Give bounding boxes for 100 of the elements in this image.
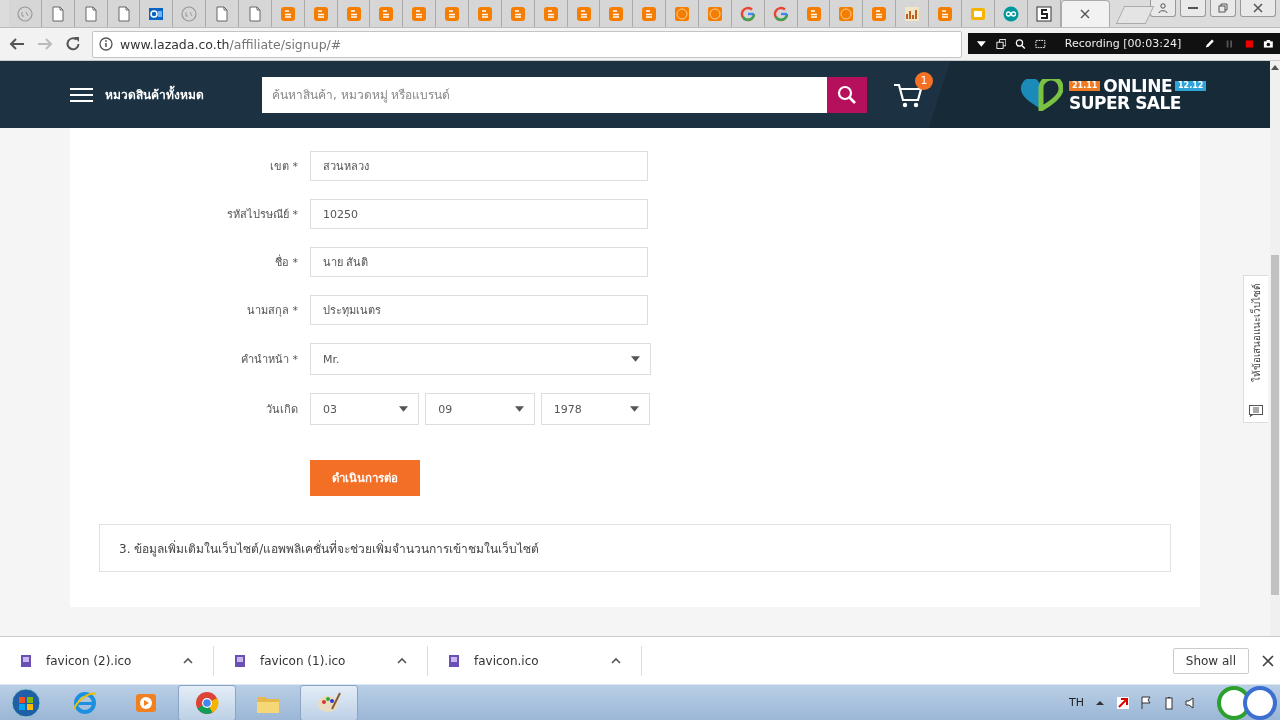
promo-date-tag: 12.12 xyxy=(1175,81,1207,91)
close-window-button[interactable] xyxy=(1240,0,1277,17)
search-icon[interactable] xyxy=(1015,37,1027,50)
taskbar-app-button[interactable] xyxy=(178,684,236,720)
page-icon xyxy=(214,5,231,22)
profile-button[interactable] xyxy=(1150,0,1177,17)
caret-icon xyxy=(183,657,193,664)
promo-title: ONLINE xyxy=(1103,77,1172,95)
mail-app-icon xyxy=(148,5,165,22)
close-icon[interactable] xyxy=(1080,9,1091,19)
address-bar[interactable]: www.lazada.co.th/affiliate/signup/# xyxy=(92,30,962,58)
infinity-icon xyxy=(1002,5,1019,22)
browser-tab[interactable] xyxy=(1027,0,1061,27)
camera-icon[interactable] xyxy=(1263,37,1274,50)
download-item[interactable]: favicon.ico xyxy=(428,645,642,676)
field-label: วันเกิด xyxy=(266,402,298,418)
site-icon xyxy=(181,5,198,22)
blog-icon xyxy=(641,5,658,22)
list-icon xyxy=(1249,405,1263,417)
dropdown[interactable]: 1978 xyxy=(540,393,650,425)
shield-icon[interactable] xyxy=(1116,695,1130,710)
close-icon xyxy=(1253,3,1264,13)
text-field[interactable]: นาย สันติ xyxy=(310,247,648,277)
battery-icon[interactable] xyxy=(1162,695,1176,710)
page-icon xyxy=(49,5,66,22)
recording-status: Recording [00:03:24] xyxy=(1064,37,1182,50)
page-icon xyxy=(246,5,263,22)
caret-icon xyxy=(611,657,621,664)
restore-button[interactable] xyxy=(1210,0,1237,17)
field-label: นามสกุล * xyxy=(247,303,298,319)
stop-icon[interactable] xyxy=(1243,37,1255,50)
heart-logo-icon xyxy=(1019,78,1063,111)
cart-count-badge: 1 xyxy=(915,71,933,90)
site-icon xyxy=(16,5,33,22)
promo-date-tag: 21.11 xyxy=(1069,81,1101,91)
person-icon xyxy=(1158,3,1169,13)
site-icon xyxy=(1035,5,1052,22)
new-tab-button[interactable] xyxy=(1116,6,1155,24)
search-field[interactable]: ค้นหาสินค้า, หมวดหมู่ หรือแบรนด์ xyxy=(262,76,827,113)
reload-icon[interactable] xyxy=(64,35,82,53)
file-icon xyxy=(20,653,32,668)
blog-icon xyxy=(805,5,822,22)
chart-icon xyxy=(904,5,921,22)
field-label: ชื่อ * xyxy=(275,253,298,271)
category-menu-button[interactable]: หมวดสินค้าทั้งหมด xyxy=(70,85,262,104)
start-button[interactable] xyxy=(10,686,42,719)
dropdown-caret-icon xyxy=(399,406,409,412)
blog-icon xyxy=(937,5,953,22)
blog-icon xyxy=(608,5,625,22)
field-label: รหัสไปรษณีย์ * xyxy=(227,207,298,223)
blog-icon xyxy=(345,5,362,22)
search-button[interactable] xyxy=(827,76,867,113)
text-field[interactable]: สวนหลวง xyxy=(310,151,648,181)
dropdown-caret-icon xyxy=(630,406,639,412)
google-icon xyxy=(739,5,756,22)
feedback-tab[interactable]: ให้ข้อเสนอแนะเว็บไซต์ xyxy=(1243,275,1268,423)
blog-icon xyxy=(378,5,395,22)
promo-title: SUPER SALE xyxy=(1069,94,1182,112)
dropdown[interactable]: 09 xyxy=(425,393,535,425)
windows-icon[interactable] xyxy=(995,37,1007,50)
flag-icon[interactable] xyxy=(1139,695,1153,710)
blog-icon xyxy=(509,5,526,22)
caret-icon xyxy=(397,657,407,664)
show-all-button[interactable]: Show all xyxy=(1172,647,1249,674)
text-field[interactable]: 10250 xyxy=(310,199,648,229)
site-icon xyxy=(838,5,855,22)
blog-icon xyxy=(411,5,428,22)
info-icon[interactable] xyxy=(99,37,113,51)
cart-icon xyxy=(893,82,923,109)
dropdown-caret-icon xyxy=(631,356,640,362)
dropdown-caret-icon xyxy=(514,406,524,412)
scrollbar[interactable] xyxy=(1270,61,1280,636)
pencil-icon[interactable] xyxy=(1204,37,1215,50)
file-icon xyxy=(448,653,460,668)
download-item[interactable]: favicon (1).ico xyxy=(214,645,428,676)
scroll-up-icon[interactable] xyxy=(1271,65,1279,70)
blog-icon xyxy=(312,5,329,22)
dropdown[interactable]: 03 xyxy=(310,393,420,425)
close-icon[interactable] xyxy=(1262,654,1274,667)
restore-icon xyxy=(1218,3,1229,13)
download-item[interactable]: favicon (2).ico xyxy=(0,645,214,676)
screen-area-icon[interactable] xyxy=(1035,37,1046,50)
dropdown[interactable]: Mr. xyxy=(310,343,651,375)
url-text: www.lazada.co.th/affiliate/signup/# xyxy=(120,36,342,52)
blog-icon xyxy=(279,5,296,22)
language-indicator[interactable]: TH xyxy=(1069,696,1084,709)
site-icon xyxy=(674,5,691,22)
site-icon xyxy=(706,5,723,22)
blog-icon xyxy=(542,5,559,22)
minimize-button[interactable] xyxy=(1180,0,1207,17)
taskbar-app-button[interactable] xyxy=(300,684,358,720)
search-icon xyxy=(837,84,857,105)
text-field[interactable]: ประทุมเนตร xyxy=(310,295,648,325)
page-icon xyxy=(82,5,99,22)
field-label: เขต * xyxy=(270,159,298,175)
section-title: 3. ข้อมูลเพิ่มเติมในเว็บไซต์/แอพพลิเคชั่นที่จะช่วยเพิ่มจำนวนการเข้าชมในเว็บไซต์ xyxy=(119,539,540,558)
slides-icon xyxy=(969,5,986,22)
section-panel[interactable]: 3. ข้อมูลเพิ่มเติมในเว็บไซต์/แอพพลิเคชั่นที่จะช่วยเพิ่มจำนวนการเข้าชมในเว็บไซต์ xyxy=(99,524,1171,572)
blog-icon xyxy=(871,5,888,22)
tray-widget-drawing xyxy=(1214,685,1280,720)
